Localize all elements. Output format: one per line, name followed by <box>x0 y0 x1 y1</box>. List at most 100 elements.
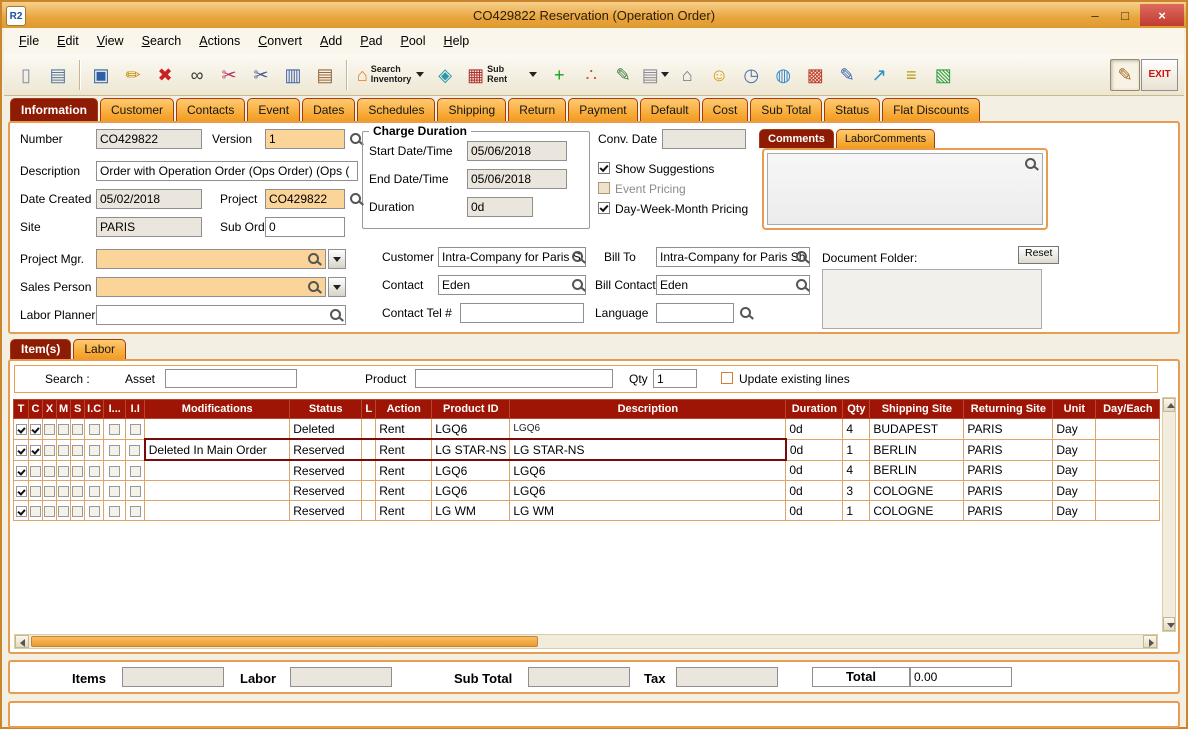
col-header-action[interactable]: Action <box>376 400 432 419</box>
row-check-cell[interactable] <box>14 439 29 460</box>
asset-input[interactable] <box>165 369 297 388</box>
row-checkbox[interactable] <box>109 506 120 517</box>
row-check-cell[interactable] <box>29 501 43 521</box>
chevron-down-icon[interactable] <box>416 72 424 77</box>
row-checkbox[interactable] <box>44 445 55 456</box>
row-checkbox[interactable] <box>16 424 27 435</box>
language-lookup-icon[interactable] <box>739 306 753 320</box>
cell-description[interactable]: LG WM <box>510 501 786 521</box>
cut-button[interactable]: ✂ <box>246 59 276 91</box>
items-horizontal-scrollbar[interactable] <box>14 634 1158 649</box>
cell-qty[interactable]: 1 <box>843 501 870 521</box>
bill-contact-field[interactable] <box>656 275 810 295</box>
col-header-qty[interactable]: Qty <box>843 400 870 419</box>
cell-action[interactable]: Rent <box>376 419 432 440</box>
project-field[interactable] <box>265 189 345 209</box>
sub-rent-button[interactable]: ▦Sub Rent <box>462 59 542 91</box>
cell-modifications[interactable] <box>145 460 290 481</box>
tab-schedules[interactable]: Schedules <box>357 98 435 121</box>
tab-flat-discounts[interactable]: Flat Discounts <box>882 98 980 121</box>
row-checkbox[interactable] <box>58 486 69 497</box>
col-header-product-id[interactable]: Product ID <box>432 400 510 419</box>
row-checkbox[interactable] <box>16 466 27 477</box>
conv-date-field[interactable] <box>662 129 746 149</box>
cell-status[interactable]: Reserved <box>290 481 362 501</box>
row-checkbox[interactable] <box>72 506 83 517</box>
row-check-cell[interactable] <box>71 460 85 481</box>
tab-customer[interactable]: Customer <box>100 98 174 121</box>
contact-tel-field[interactable] <box>460 303 584 323</box>
exit-button[interactable]: EXIT <box>1141 59 1178 91</box>
col-header-i[interactable]: I... <box>104 400 126 419</box>
menu-file[interactable]: File <box>10 31 48 51</box>
row-check-cell[interactable] <box>57 460 71 481</box>
tab-shipping[interactable]: Shipping <box>437 98 506 121</box>
row-check-cell[interactable] <box>85 501 104 521</box>
row-check-cell[interactable] <box>71 419 85 440</box>
inventory-3d-button[interactable]: ◈ <box>430 59 460 91</box>
update-existing-lines-checkbox[interactable] <box>721 372 733 384</box>
col-header-c[interactable]: C <box>29 400 43 419</box>
col-header-i-i[interactable]: I.I <box>126 400 145 419</box>
cell-duration[interactable]: 0d <box>786 481 843 501</box>
cell-l[interactable] <box>362 481 376 501</box>
cell-unit[interactable]: Day <box>1053 501 1096 521</box>
row-check-cell[interactable] <box>104 501 126 521</box>
row-check-cell[interactable] <box>57 419 71 440</box>
contact-lookup-icon[interactable] <box>571 278 585 292</box>
duration-field[interactable] <box>467 197 533 217</box>
row-checkbox[interactable] <box>130 466 141 477</box>
cell-description[interactable]: LG STAR-NS <box>510 439 786 460</box>
cards-button[interactable]: ▤ <box>640 59 670 91</box>
cell-qty[interactable]: 1 <box>843 439 870 460</box>
row-check-cell[interactable] <box>43 481 57 501</box>
row-checkbox[interactable] <box>130 424 141 435</box>
tab-default[interactable]: Default <box>640 98 700 121</box>
table-row[interactable]: Deleted In Main OrderReservedRentLG STAR… <box>14 439 1160 460</box>
close-button[interactable]: × <box>1140 4 1184 26</box>
row-check-cell[interactable] <box>57 439 71 460</box>
end-date-field[interactable] <box>467 169 567 189</box>
row-checkbox[interactable] <box>72 466 83 477</box>
cell-l[interactable] <box>362 439 376 460</box>
cell-product-id[interactable]: LGQ6 <box>432 419 510 440</box>
row-checkbox[interactable] <box>30 466 41 477</box>
col-header-i-c[interactable]: I.C <box>85 400 104 419</box>
scroll-down-icon[interactable] <box>1163 617 1175 631</box>
table-row[interactable]: ReservedRentLGQ6LGQ60d4BERLINPARISDay <box>14 460 1160 481</box>
org-button[interactable]: ⌂ <box>672 59 702 91</box>
cell-description[interactable]: LGQ6 <box>510 419 786 440</box>
smiley-button[interactable]: ☺ <box>704 59 734 91</box>
row-checkbox[interactable] <box>16 445 27 456</box>
sales-person-lookup-icon[interactable] <box>307 280 321 294</box>
row-check-cell[interactable] <box>57 481 71 501</box>
col-header-m[interactable]: M <box>57 400 71 419</box>
h-scroll-thumb[interactable] <box>31 636 538 647</box>
site-field[interactable] <box>96 217 202 237</box>
cell-product-id[interactable]: LG WM <box>432 501 510 521</box>
sub-orders-field[interactable] <box>265 217 345 237</box>
row-checkbox[interactable] <box>72 424 83 435</box>
row-checkbox[interactable] <box>89 424 100 435</box>
cell-returning-site[interactable]: PARIS <box>964 460 1053 481</box>
copy-button[interactable]: ▥ <box>278 59 308 91</box>
save-button[interactable]: ▣ <box>86 59 116 91</box>
cell-duration[interactable]: 0d <box>786 501 843 521</box>
menu-view[interactable]: View <box>88 31 133 51</box>
row-checkbox[interactable] <box>58 506 69 517</box>
col-header-returning-site[interactable]: Returning Site <box>964 400 1053 419</box>
tab-dates[interactable]: Dates <box>302 98 355 121</box>
col-header-x[interactable]: X <box>43 400 57 419</box>
show-suggestions-checkbox[interactable] <box>598 162 610 174</box>
sales-person-dropdown-button[interactable] <box>328 277 346 297</box>
cell-day-each[interactable] <box>1096 439 1160 460</box>
search-inventory-button[interactable]: ⌂Search Inventory <box>353 59 428 91</box>
day-week-month-checkbox[interactable] <box>598 202 610 214</box>
find-button[interactable]: ∞ <box>182 59 212 91</box>
comments-lookup-icon[interactable] <box>1024 157 1038 171</box>
reset-button[interactable]: Reset <box>1018 246 1059 264</box>
cell-unit[interactable]: Day <box>1053 481 1096 501</box>
tab-event[interactable]: Event <box>247 98 300 121</box>
cell-day-each[interactable] <box>1096 501 1160 521</box>
tab-payment[interactable]: Payment <box>568 98 637 121</box>
